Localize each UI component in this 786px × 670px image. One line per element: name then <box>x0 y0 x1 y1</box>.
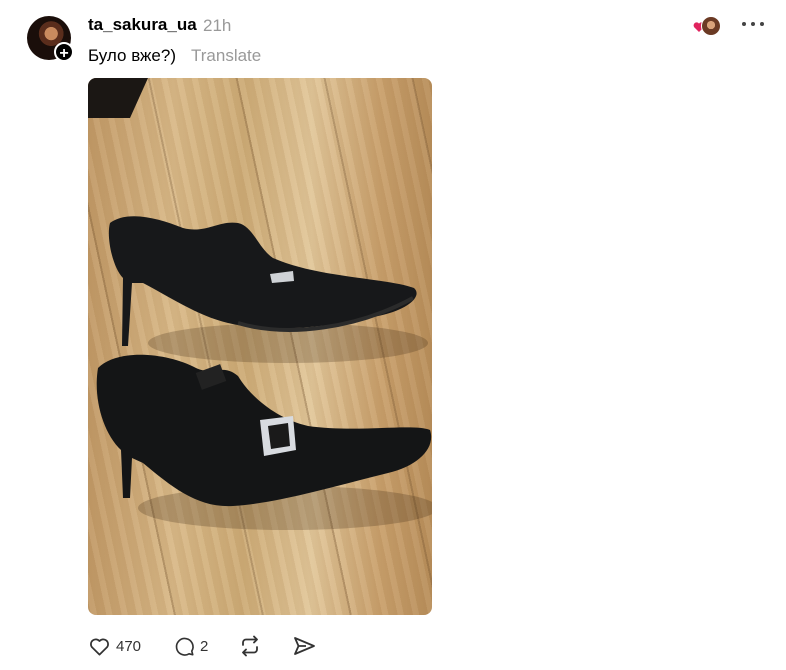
post-photo[interactable] <box>88 78 432 615</box>
like-button[interactable]: 470 <box>88 633 141 659</box>
reply-button[interactable]: 2 <box>173 633 208 659</box>
repost-icon <box>242 635 258 657</box>
repost-button[interactable] <box>238 633 262 659</box>
share-button[interactable] <box>292 633 316 659</box>
share-icon <box>294 637 315 655</box>
follow-plus-icon[interactable]: + <box>54 42 74 62</box>
author-username[interactable]: ta_sakura_ua <box>88 15 197 35</box>
post-caption: Було вже?) <box>88 46 176 65</box>
more-dots-icon <box>742 22 764 26</box>
like-count: 470 <box>116 637 142 655</box>
liker-avatar <box>701 16 721 36</box>
comment-icon <box>175 637 194 656</box>
heart-icon <box>90 638 109 656</box>
thread-post: + ta_sakura_ua 21h Було вже?) Translate <box>0 0 786 670</box>
liked-by-heart-avatar-icon[interactable] <box>693 16 721 36</box>
more-options-button[interactable] <box>740 14 766 34</box>
shoes-illustration <box>96 216 432 530</box>
post-timestamp[interactable]: 21h <box>203 16 231 36</box>
reply-count: 2 <box>200 637 209 655</box>
translate-link[interactable]: Translate <box>191 46 261 66</box>
